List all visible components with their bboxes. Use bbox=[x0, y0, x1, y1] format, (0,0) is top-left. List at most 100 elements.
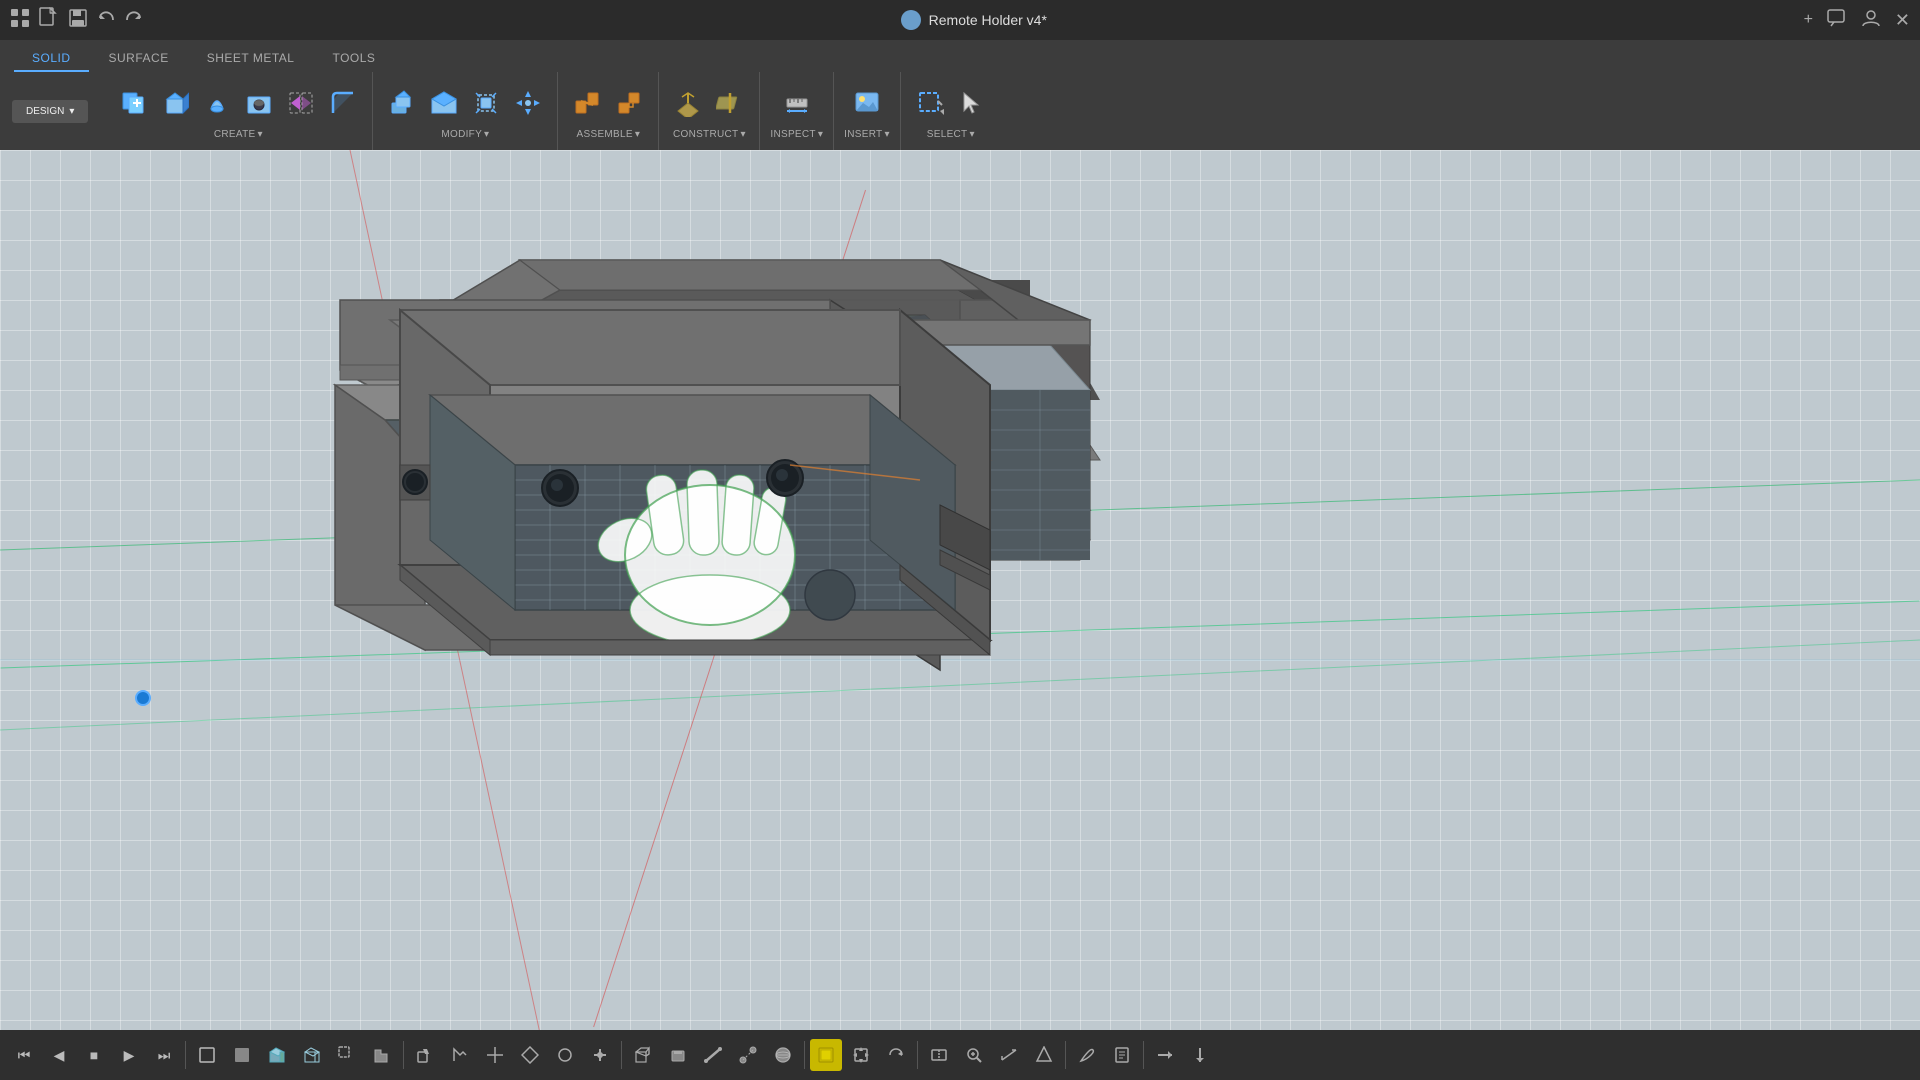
select-label: SELECT ▾ bbox=[927, 129, 975, 140]
app-logo bbox=[901, 10, 921, 30]
status-tool-cross2[interactable] bbox=[584, 1039, 616, 1071]
status-tool-b[interactable] bbox=[444, 1039, 476, 1071]
revolve-button[interactable] bbox=[198, 83, 236, 123]
app-grid-button[interactable] bbox=[10, 8, 30, 33]
redo-button[interactable] bbox=[124, 8, 144, 33]
move-button[interactable] bbox=[509, 83, 547, 123]
status-separator-3 bbox=[621, 1041, 622, 1069]
cursor-button[interactable] bbox=[953, 83, 991, 123]
insert-image-button[interactable] bbox=[848, 83, 886, 123]
axis-button[interactable] bbox=[711, 83, 749, 123]
inspect-label: INSPECT ▾ bbox=[770, 129, 823, 140]
tab-tools[interactable]: TOOLS bbox=[314, 46, 393, 72]
inspect-group: INSPECT ▾ bbox=[760, 72, 834, 150]
status-wire-button[interactable] bbox=[296, 1039, 328, 1071]
mirror-button[interactable] bbox=[282, 83, 320, 123]
assemble-group: ASSEMBLE ▾ bbox=[558, 72, 659, 150]
assemble-button[interactable] bbox=[610, 83, 648, 123]
status-edge-button[interactable] bbox=[697, 1039, 729, 1071]
status-section-button[interactable] bbox=[923, 1039, 955, 1071]
add-tab-button[interactable]: + bbox=[1804, 11, 1813, 29]
extrude-button[interactable] bbox=[156, 83, 194, 123]
playback-start-button[interactable]: ⏮ bbox=[8, 1039, 40, 1071]
create-icons bbox=[114, 83, 362, 123]
insert-icons bbox=[848, 83, 886, 123]
joint-button[interactable] bbox=[568, 83, 606, 123]
title-bar-center: Remote Holder v4* bbox=[901, 10, 1047, 30]
save-button[interactable] bbox=[68, 8, 88, 33]
status-face-button[interactable] bbox=[662, 1039, 694, 1071]
status-rotate-button[interactable] bbox=[880, 1039, 912, 1071]
status-body-button[interactable] bbox=[767, 1039, 799, 1071]
user-button[interactable] bbox=[1861, 8, 1881, 33]
playback-prev-button[interactable]: ◀ bbox=[43, 1039, 75, 1071]
design-arrow: ▾ bbox=[69, 106, 74, 117]
push-pull-button[interactable] bbox=[383, 83, 421, 123]
status-select1-button[interactable] bbox=[331, 1039, 363, 1071]
scale-button[interactable] bbox=[467, 83, 505, 123]
playback-play-button[interactable]: ▶ bbox=[113, 1039, 145, 1071]
select-box-button[interactable] bbox=[911, 83, 949, 123]
measure-button[interactable] bbox=[778, 83, 816, 123]
status-measure2-button[interactable] bbox=[993, 1039, 1025, 1071]
status-tool-c[interactable] bbox=[514, 1039, 546, 1071]
status-move2-button[interactable] bbox=[845, 1039, 877, 1071]
status-triad-button[interactable] bbox=[1028, 1039, 1060, 1071]
playback-end-button[interactable]: ⏭ bbox=[148, 1039, 180, 1071]
status-right1-button[interactable] bbox=[1149, 1039, 1181, 1071]
status-rect-button[interactable] bbox=[191, 1039, 223, 1071]
status-analyze-button[interactable] bbox=[958, 1039, 990, 1071]
status-vertex-button[interactable] bbox=[732, 1039, 764, 1071]
construct-icons bbox=[669, 83, 749, 123]
status-tool-a[interactable] bbox=[409, 1039, 441, 1071]
status-separator-2 bbox=[403, 1041, 404, 1069]
status-select2-button[interactable] bbox=[366, 1039, 398, 1071]
title-bar-right: + ✕ bbox=[1804, 8, 1910, 33]
fillet-button[interactable] bbox=[324, 83, 362, 123]
design-label: DESIGN bbox=[26, 106, 64, 117]
canvas-area[interactable] bbox=[0, 150, 1920, 1030]
status-highlight-button[interactable] bbox=[810, 1039, 842, 1071]
file-button[interactable] bbox=[38, 7, 60, 34]
status-separator-1 bbox=[185, 1041, 186, 1069]
title-bar: Remote Holder v4* + ✕ bbox=[0, 0, 1920, 40]
insert-group: INSERT ▾ bbox=[834, 72, 901, 150]
status-tool-d[interactable] bbox=[549, 1039, 581, 1071]
status-3dbox-button[interactable] bbox=[627, 1039, 659, 1071]
modify-label: MODIFY ▾ bbox=[441, 129, 489, 140]
status-right2-button[interactable] bbox=[1184, 1039, 1216, 1071]
tray-model-svg[interactable] bbox=[240, 210, 1160, 770]
toolbar-area: SOLID SURFACE SHEET METAL TOOLS DESIGN ▾ bbox=[0, 40, 1920, 150]
hole-button[interactable] bbox=[240, 83, 278, 123]
undo-button[interactable] bbox=[96, 8, 116, 33]
assemble-label: ASSEMBLE ▾ bbox=[577, 129, 641, 140]
status-separator-7 bbox=[1143, 1041, 1144, 1069]
tab-row: SOLID SURFACE SHEET METAL TOOLS bbox=[0, 40, 1920, 72]
tab-solid[interactable]: SOLID bbox=[14, 46, 89, 72]
construct-group: CONSTRUCT ▾ bbox=[659, 72, 760, 150]
new-component-button[interactable] bbox=[114, 83, 152, 123]
tab-sheet-metal[interactable]: SHEET METAL bbox=[189, 46, 313, 72]
select-group: SELECT ▾ bbox=[901, 72, 1001, 150]
tab-surface[interactable]: SURFACE bbox=[91, 46, 187, 72]
close-window-button[interactable]: ✕ bbox=[1895, 10, 1910, 31]
create-label: CREATE ▾ bbox=[214, 129, 263, 140]
playback-stop-button[interactable]: ■ bbox=[78, 1039, 110, 1071]
chat-button[interactable] bbox=[1827, 8, 1847, 33]
status-sketch-button[interactable] bbox=[1071, 1039, 1103, 1071]
insert-label: INSERT ▾ bbox=[844, 129, 890, 140]
modify-icons bbox=[383, 83, 547, 123]
status-note-button[interactable] bbox=[1106, 1039, 1138, 1071]
status-tool-cross[interactable] bbox=[479, 1039, 511, 1071]
select-icons bbox=[911, 83, 991, 123]
plane-button[interactable] bbox=[669, 83, 707, 123]
status-separator-6 bbox=[1065, 1041, 1066, 1069]
status-3d-button[interactable] bbox=[261, 1039, 293, 1071]
design-button[interactable]: DESIGN ▾ bbox=[12, 100, 88, 123]
create-group: CREATE ▾ bbox=[104, 72, 373, 150]
title-bar-left bbox=[10, 7, 144, 34]
offset-face-button[interactable] bbox=[425, 83, 463, 123]
construct-label: CONSTRUCT ▾ bbox=[673, 129, 746, 140]
status-rect2-button[interactable] bbox=[226, 1039, 258, 1071]
assemble-icons bbox=[568, 83, 648, 123]
